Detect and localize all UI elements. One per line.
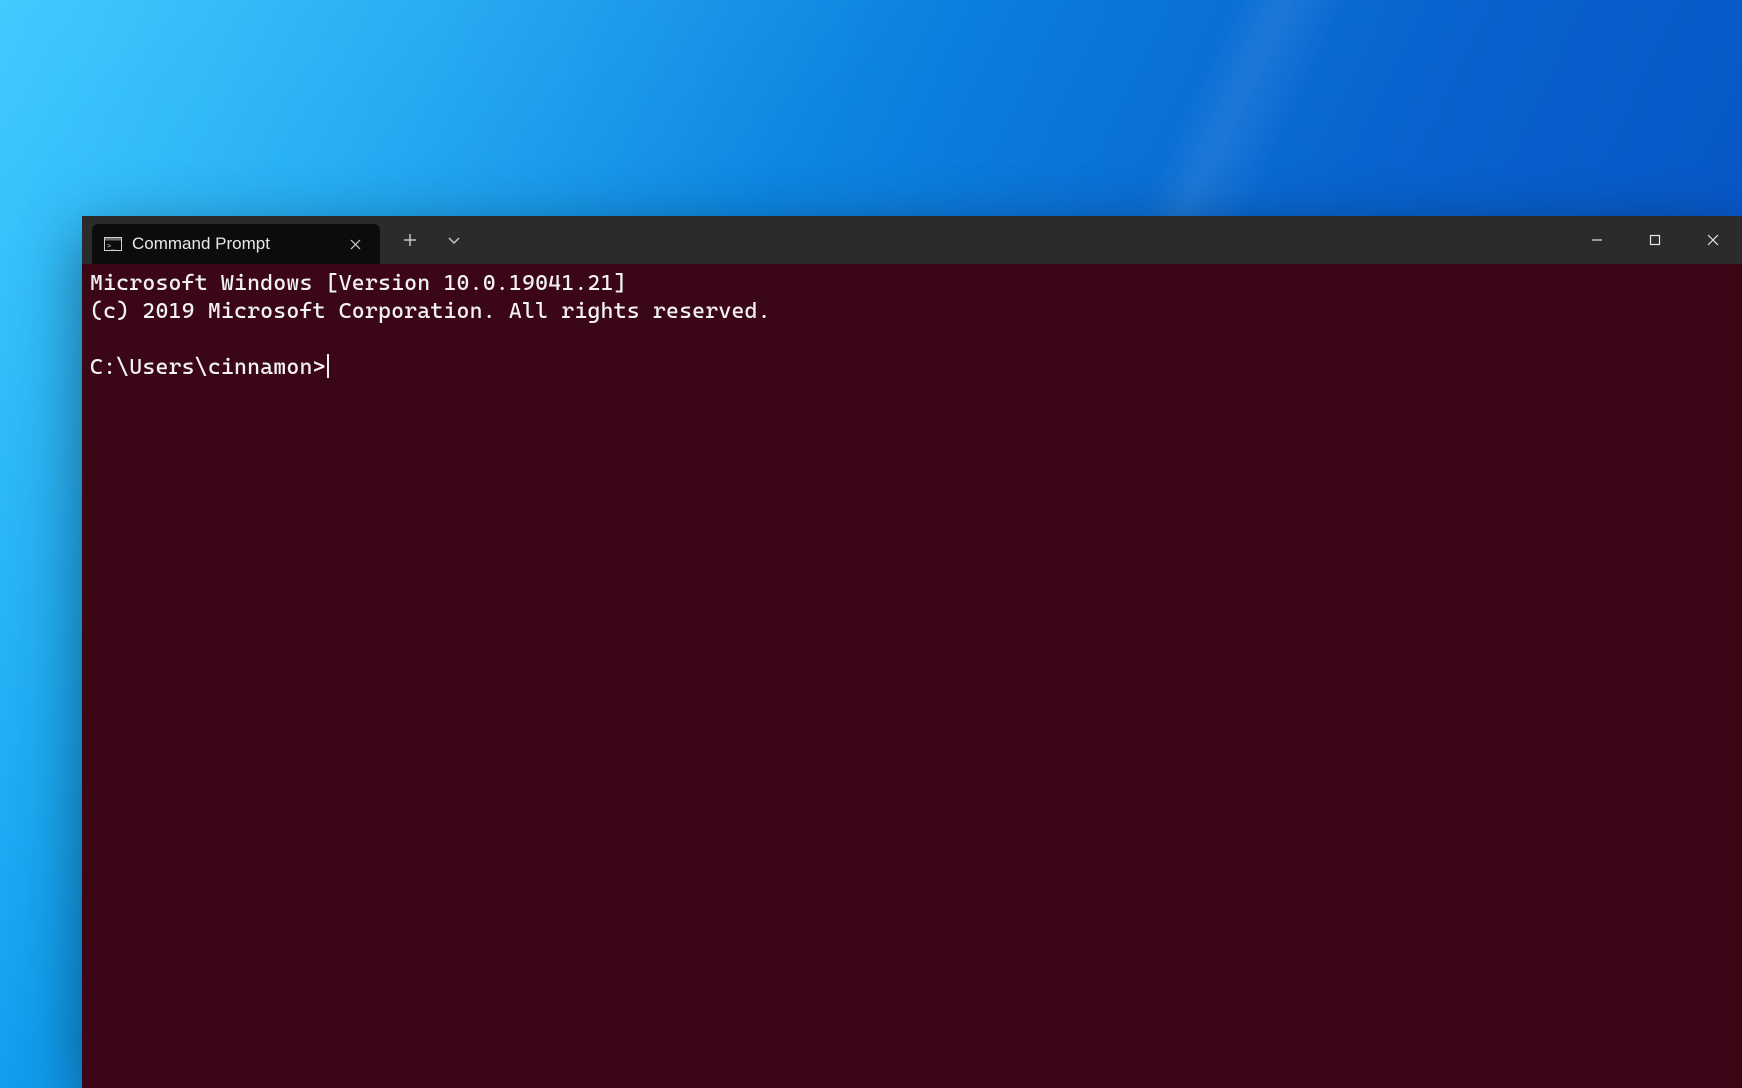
minimize-button[interactable]	[1568, 216, 1626, 264]
close-icon	[1707, 234, 1719, 246]
command-prompt-icon: >_	[104, 237, 122, 251]
maximize-button[interactable]	[1626, 216, 1684, 264]
close-window-button[interactable]	[1684, 216, 1742, 264]
tab-title: Command Prompt	[132, 234, 334, 254]
terminal-line: Microsoft Windows [Version 10.0.19041.21…	[90, 271, 627, 296]
tab-close-button[interactable]	[344, 233, 366, 255]
tab-actions	[380, 216, 476, 264]
terminal-window: >_ Command Prompt	[82, 216, 1742, 1088]
desktop-background: >_ Command Prompt	[0, 0, 1742, 1088]
terminal-output[interactable]: Microsoft Windows [Version 10.0.19041.21…	[82, 264, 1742, 1088]
tab-strip: >_ Command Prompt	[82, 216, 380, 264]
titlebar-drag-region[interactable]	[476, 216, 1568, 264]
terminal-prompt: C:\Users\cinnamon>	[90, 355, 326, 380]
text-cursor	[327, 354, 329, 378]
minimize-icon	[1591, 234, 1603, 246]
svg-text:>_: >_	[107, 242, 116, 250]
tab-dropdown-button[interactable]	[432, 216, 476, 264]
tab-command-prompt[interactable]: >_ Command Prompt	[92, 224, 380, 264]
terminal-line: (c) 2019 Microsoft Corporation. All righ…	[90, 299, 771, 324]
maximize-icon	[1649, 234, 1661, 246]
chevron-down-icon	[447, 233, 461, 247]
plus-icon	[403, 233, 417, 247]
new-tab-button[interactable]	[388, 216, 432, 264]
window-controls	[1568, 216, 1742, 264]
window-titlebar[interactable]: >_ Command Prompt	[82, 216, 1742, 264]
close-icon	[350, 239, 361, 250]
